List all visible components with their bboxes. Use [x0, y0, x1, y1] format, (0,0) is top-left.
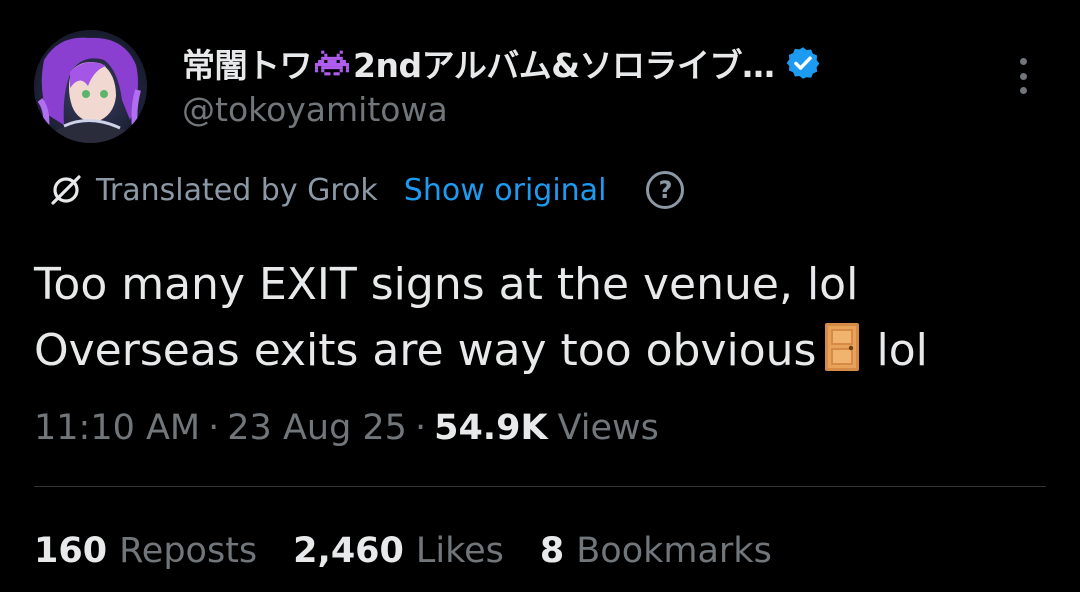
tweet-line-2-text: Overseas exits are way too obvious: [34, 325, 817, 376]
engagement-stats: 160 Reposts 2,460 Likes 8 Bookmarks: [34, 524, 808, 578]
translated-by-label: Translated by Grok: [96, 172, 378, 208]
likes-count[interactable]: 2,460: [293, 531, 404, 571]
likes-label[interactable]: Likes: [416, 531, 504, 571]
tweet-text: Too many EXIT signs at the venue, lol Ov…: [34, 252, 1054, 384]
tweet-detail: 常闇トワ 2ndアルバム&ソロライブ… @tokoyamitowa Transl…: [0, 0, 1080, 592]
tweet-line-1: Too many EXIT signs at the venue, lol: [34, 259, 859, 310]
tweet-time[interactable]: 11:10 AM: [34, 408, 200, 448]
likes-stat[interactable]: 2,460 Likes: [293, 531, 504, 571]
views-count[interactable]: 54.9K: [434, 408, 547, 448]
show-original-link[interactable]: Show original: [404, 173, 607, 208]
user-handle[interactable]: @tokoyamitowa: [182, 90, 448, 129]
display-name[interactable]: 常闇トワ: [182, 39, 313, 87]
tweet-line-2: Overseas exits are way too obvious lol: [34, 318, 1054, 384]
avatar[interactable]: [34, 30, 147, 143]
display-name-row[interactable]: 常闇トワ 2ndアルバム&ソロライブ…: [182, 40, 821, 86]
meta-separator: ·: [208, 408, 220, 448]
tweet-line-2-after: lol: [876, 325, 928, 376]
bookmarks-label[interactable]: Bookmarks: [576, 531, 772, 571]
reposts-stat[interactable]: 160 Reposts: [34, 531, 257, 571]
tweet-meta: 11:10 AM · 23 Aug 25 · 54.9K Views: [34, 402, 659, 454]
bookmarks-count[interactable]: 8: [540, 531, 564, 571]
tweet-date[interactable]: 23 Aug 25: [227, 408, 407, 448]
bookmarks-stat[interactable]: 8 Bookmarks: [540, 531, 772, 571]
reposts-label[interactable]: Reposts: [119, 531, 257, 571]
reposts-count[interactable]: 160: [34, 531, 107, 571]
verified-badge-icon[interactable]: [785, 45, 821, 81]
more-options-icon[interactable]: [1008, 54, 1038, 98]
translation-bar: Translated by Grok Show original ?: [46, 168, 685, 212]
divider: [34, 486, 1046, 487]
meta-separator: ·: [414, 408, 427, 448]
display-name-suffix[interactable]: 2ndアルバム&ソロライブ…: [353, 39, 775, 87]
space-invader-icon: [315, 50, 349, 76]
help-icon[interactable]: ?: [646, 171, 685, 209]
views-label[interactable]: Views: [558, 408, 659, 448]
grok-icon: [51, 175, 81, 205]
door-icon: [825, 323, 860, 371]
